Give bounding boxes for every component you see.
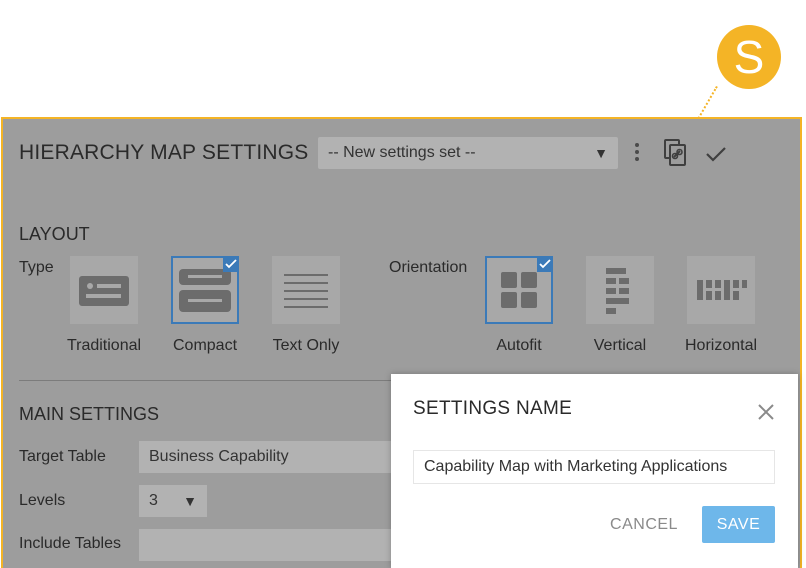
orientation-autofit-tile[interactable] <box>485 256 553 324</box>
callout-badge: S <box>717 25 781 89</box>
selected-check-icon <box>537 256 553 272</box>
chevron-down-icon: ▼ <box>594 145 608 161</box>
layout-text-only-label: Text Only <box>272 337 340 354</box>
levels-select[interactable]: 3 ▼ <box>139 485 207 517</box>
include-tables-input[interactable] <box>139 529 409 561</box>
orientation-vertical-tile[interactable] <box>586 256 654 324</box>
target-table-input[interactable]: Business Capability <box>139 441 409 473</box>
section-divider <box>19 380 393 381</box>
include-tables-label: Include Tables <box>19 535 121 552</box>
layout-text-only-tile[interactable] <box>272 256 340 324</box>
close-icon[interactable] <box>755 401 777 423</box>
target-table-value: Business Capability <box>149 448 289 465</box>
orientation-label: Orientation <box>389 259 468 276</box>
settings-name-input[interactable] <box>413 450 775 484</box>
orientation-autofit-label: Autofit <box>496 337 542 354</box>
settings-set-select[interactable]: -- New settings set -- ▼ <box>318 137 618 169</box>
settings-set-value: -- New settings set -- <box>328 144 476 161</box>
main-settings-section-title: MAIN SETTINGS <box>19 404 160 424</box>
orientation-vertical-label: Vertical <box>593 337 647 354</box>
save-button[interactable]: SAVE <box>702 506 775 543</box>
selected-check-icon <box>223 256 239 272</box>
layout-compact-label: Compact <box>172 337 238 354</box>
screen: S HIERARCHY MAP SETTINGS -- New settings… <box>0 0 806 568</box>
orientation-horizontal-tile[interactable] <box>687 256 755 324</box>
levels-label: Levels <box>19 492 66 509</box>
orientation-horizontal-label: Horizontal <box>684 337 758 354</box>
type-label: Type <box>19 259 54 276</box>
page-title: HIERARCHY MAP SETTINGS <box>19 141 309 164</box>
settings-name-dialog: SETTINGS NAME CANCEL SAVE <box>391 374 798 568</box>
dialog-title: SETTINGS NAME <box>413 398 573 419</box>
more-vertical-icon[interactable] <box>629 141 645 167</box>
chevron-down-icon: ▼ <box>183 493 197 509</box>
layout-traditional-label: Traditional <box>66 337 142 354</box>
cancel-button[interactable]: CANCEL <box>601 507 687 543</box>
target-table-label: Target Table <box>19 448 106 465</box>
layout-compact-tile[interactable] <box>171 256 239 324</box>
check-icon[interactable] <box>703 141 729 167</box>
levels-value: 3 <box>149 492 158 509</box>
layout-section-title: LAYOUT <box>19 224 90 244</box>
layout-traditional-tile[interactable] <box>70 256 138 324</box>
copy-link-icon[interactable] <box>663 139 689 167</box>
